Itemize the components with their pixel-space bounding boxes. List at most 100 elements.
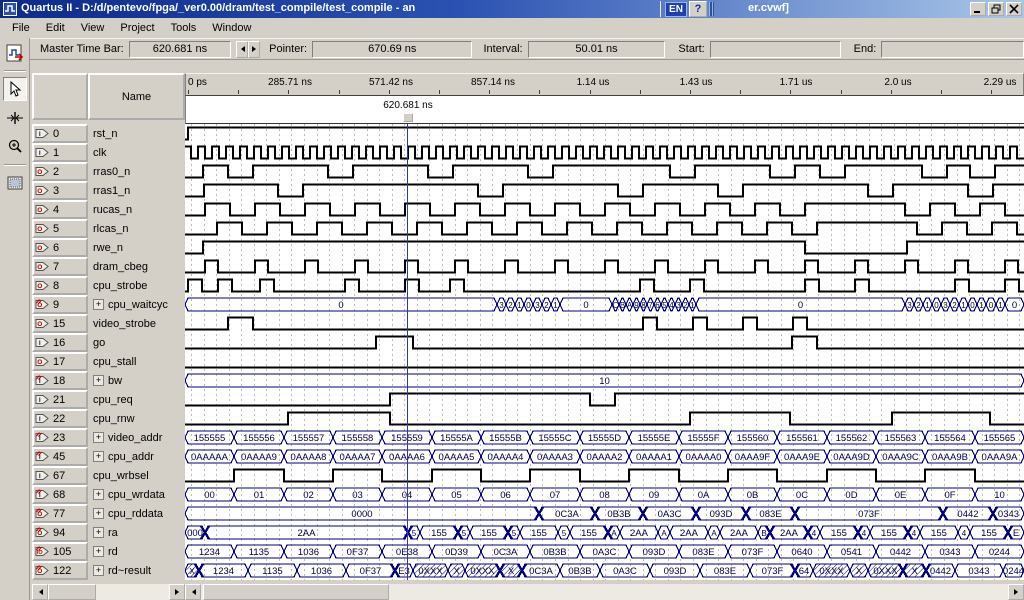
signal-name-cell[interactable]: clk: [88, 143, 185, 162]
menu-edit[interactable]: Edit: [38, 19, 73, 37]
signal-name-cell[interactable]: +cpu_rddata: [88, 504, 185, 523]
signal-name-cell[interactable]: cpu_strobe: [88, 276, 185, 295]
expand-plus-icon[interactable]: +: [93, 375, 104, 386]
expand-plus-icon[interactable]: +: [93, 527, 104, 538]
menu-file[interactable]: File: [4, 19, 38, 37]
menu-view[interactable]: View: [73, 19, 113, 37]
signal-handle-cpu_rddata[interactable]: O77: [32, 504, 88, 523]
signal-handle-clk[interactable]: I1: [32, 143, 88, 162]
signal-handle-rst_n[interactable]: I0: [32, 124, 88, 143]
scrollbar-track[interactable]: [389, 584, 1008, 600]
master-time-field[interactable]: 620.681 ns: [129, 41, 231, 58]
end-field[interactable]: [881, 41, 1024, 58]
start-field[interactable]: [710, 41, 841, 58]
wave-cpu_req[interactable]: [185, 394, 1024, 406]
signal-handle-cpu_req[interactable]: I21: [32, 390, 88, 409]
signal-name-cell[interactable]: dram_cbeg: [88, 257, 185, 276]
wave-cpu_wrbsel[interactable]: [185, 470, 1024, 482]
selection-tool-button[interactable]: [3, 77, 27, 101]
signal-handle-rd-result[interactable]: O122: [32, 561, 88, 580]
expand-plus-icon[interactable]: +: [93, 508, 104, 519]
wave-rlcas_n[interactable]: [185, 223, 1024, 235]
wave-dram_cbeg[interactable]: [185, 261, 1024, 273]
signal-handle-bw[interactable]: I18: [32, 371, 88, 390]
signal-name-cell[interactable]: cpu_stall: [88, 352, 185, 371]
wave-rd[interactable]: 1234113510360F370E380D390C3A0B3B0A3C093D…: [185, 545, 1024, 558]
signal-row-video_strobe[interactable]: O15video_strobe: [32, 314, 185, 333]
signal-row-bw[interactable]: I18+bw: [32, 371, 185, 390]
language-bar-grip[interactable]: [709, 2, 714, 16]
signal-name-cell[interactable]: video_strobe: [88, 314, 185, 333]
signal-handle-rd[interactable]: IO105: [32, 542, 88, 561]
signal-name-cell[interactable]: +bw: [88, 371, 185, 390]
signal-row-cpu_wrbsel[interactable]: I67cpu_wrbsel: [32, 466, 185, 485]
wave-cpu_addr[interactable]: 0AAAAA0AAAA90AAAA80AAAA70AAAA60AAAA50AAA…: [185, 450, 1024, 463]
wave-rd-result[interactable]: X1234113510360F37E30XXXX0XXXX0C3A0B3B0A3…: [185, 564, 1024, 577]
signal-handle-rucas_n[interactable]: O4: [32, 200, 88, 219]
signal-handle-cpu_wrbsel[interactable]: I67: [32, 466, 88, 485]
signal-handle-rwe_n[interactable]: O6: [32, 238, 88, 257]
signal-row-cpu_rddata[interactable]: O77+cpu_rddata: [32, 504, 185, 523]
signal-handle-dram_cbeg[interactable]: O7: [32, 257, 88, 276]
wave-cpu_rddata[interactable]: 00000C3A0B3B0A3C093D083E073F04420343: [185, 507, 1024, 520]
signal-row-rras0_n[interactable]: O2rras0_n: [32, 162, 185, 181]
wave-rucas_n[interactable]: [185, 204, 1024, 216]
expand-plus-icon[interactable]: +: [93, 546, 104, 557]
signal-row-rst_n[interactable]: I0rst_n: [32, 124, 185, 143]
signal-row-rucas_n[interactable]: O4rucas_n: [32, 200, 185, 219]
wave-go[interactable]: [185, 337, 1024, 349]
signal-row-rras1_n[interactable]: O3rras1_n: [32, 181, 185, 200]
close-button[interactable]: [1006, 2, 1022, 16]
menu-project[interactable]: Project: [112, 19, 162, 37]
signal-row-clk[interactable]: I1clk: [32, 143, 185, 162]
signal-handle-rlcas_n[interactable]: O5: [32, 219, 88, 238]
signal-row-dram_cbeg[interactable]: O7dram_cbeg: [32, 257, 185, 276]
signal-row-cpu_req[interactable]: I21cpu_req: [32, 390, 185, 409]
signal-name-cell[interactable]: +cpu_waitcyc: [88, 295, 185, 314]
signal-name-cell[interactable]: +cpu_wrdata: [88, 485, 185, 504]
signal-handle-ra[interactable]: O94: [32, 523, 88, 542]
signal-row-cpu_addr[interactable]: I45+cpu_addr: [32, 447, 185, 466]
wave-video_strobe[interactable]: [185, 318, 1024, 330]
wave-rwe_n[interactable]: [185, 242, 1024, 254]
signal-name-cell[interactable]: cpu_wrbsel: [88, 466, 185, 485]
signal-row-rlcas_n[interactable]: O5rlcas_n: [32, 219, 185, 238]
signal-handle-cpu_wrdata[interactable]: I68: [32, 485, 88, 504]
signal-name-cell[interactable]: +cpu_addr: [88, 447, 185, 466]
signal-handle-rras0_n[interactable]: O2: [32, 162, 88, 181]
signal-name-cell[interactable]: go: [88, 333, 185, 352]
signal-row-cpu_stall[interactable]: O17cpu_stall: [32, 352, 185, 371]
signal-row-cpu_strobe[interactable]: O8cpu_strobe: [32, 276, 185, 295]
signal-name-cell[interactable]: cpu_req: [88, 390, 185, 409]
scrollbar-thumb[interactable]: [48, 584, 96, 600]
wave-cpu_rnw[interactable]: [185, 413, 1024, 425]
restore-button[interactable]: [988, 2, 1004, 16]
scroll-left-button[interactable]: [185, 584, 201, 600]
signal-handle-video_strobe[interactable]: O15: [32, 314, 88, 333]
master-time-bar-row[interactable]: 620.681 ns: [185, 96, 1024, 124]
signal-name-cell[interactable]: rlcas_n: [88, 219, 185, 238]
signal-handle-rras1_n[interactable]: O3: [32, 181, 88, 200]
signal-row-cpu_rnw[interactable]: I22cpu_rnw: [32, 409, 185, 428]
signal-row-rd-result[interactable]: O122+rd~result: [32, 561, 185, 580]
wave-ra[interactable]: 0002AA5155515551555155A2AAA2AAA2AAB2AA41…: [185, 526, 1024, 539]
signal-handle-cpu_addr[interactable]: I45: [32, 447, 88, 466]
signal-name-cell[interactable]: rras0_n: [88, 162, 185, 181]
full-screen-button[interactable]: [3, 171, 27, 195]
wave-cpu_wrdata[interactable]: 000102030405060708090A0B0C0D0E0F10: [185, 488, 1024, 501]
name-panel-hscrollbar[interactable]: [32, 584, 185, 600]
expand-plus-icon[interactable]: +: [93, 432, 104, 443]
wave-clk[interactable]: [185, 147, 1024, 159]
wave-rst_n[interactable]: [185, 128, 1024, 140]
menu-window[interactable]: Window: [204, 19, 259, 37]
signal-name-cell[interactable]: +rd~result: [88, 561, 185, 580]
signal-name-cell[interactable]: rwe_n: [88, 238, 185, 257]
wave-video_addr[interactable]: 15555515555615555715555815555915555A1555…: [185, 431, 1024, 444]
signal-handle-go[interactable]: I16: [32, 333, 88, 352]
zoom-tool-button[interactable]: [3, 135, 27, 159]
signal-row-go[interactable]: I16go: [32, 333, 185, 352]
signal-name-cell[interactable]: +video_addr: [88, 428, 185, 447]
signal-handle-cpu_rnw[interactable]: I22: [32, 409, 88, 428]
help-button[interactable]: ?: [689, 1, 707, 17]
signal-row-video_addr[interactable]: I23+video_addr: [32, 428, 185, 447]
